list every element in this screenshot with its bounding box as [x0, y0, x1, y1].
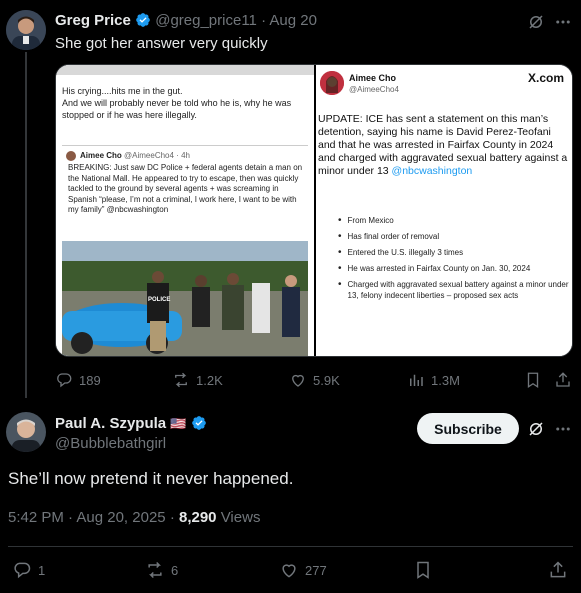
like-count: 277 — [305, 562, 327, 578]
share-icon[interactable] — [554, 371, 572, 389]
thread-line — [25, 52, 27, 398]
like-button[interactable]: 277 — [279, 560, 327, 580]
avatar-greg-price[interactable] — [6, 10, 46, 50]
inner-author: Aimee Cho — [80, 151, 122, 160]
bullet-item: • Has final order of removal — [338, 231, 440, 242]
media-image-left[interactable]: His crying....hits me in the gut. And we… — [56, 65, 314, 356]
right-author: Aimee Cho — [349, 73, 397, 83]
like-icon — [289, 371, 307, 389]
views-icon — [407, 371, 425, 389]
tweet-text: She got her answer very quickly — [55, 35, 268, 52]
verified-badge-icon — [191, 415, 207, 431]
views-button[interactable]: 1.3M — [407, 371, 460, 389]
repost-icon — [145, 560, 165, 580]
repost-count: 6 — [171, 562, 179, 578]
subscribe-button[interactable]: Subscribe — [417, 413, 519, 444]
brand-label: X.com — [528, 71, 565, 85]
reply-icon — [55, 371, 73, 389]
bullet-item: • He was arrested in Fairfax County on Ja… — [338, 263, 531, 274]
tweet-text: She’ll now pretend it never happened. — [8, 469, 294, 488]
media-image-right[interactable]: Aimee Cho @AimeeCho4 X.com UPDATE: ICE h… — [316, 65, 572, 356]
views-label: Views — [220, 509, 261, 526]
bullet-item: • Charged with aggravated sexual battery … — [338, 279, 569, 300]
author-name[interactable]: Greg Price — [55, 12, 131, 29]
avatar-paul-szypula[interactable] — [6, 412, 46, 452]
author-handle[interactable]: @Bubblebathgirl — [55, 435, 166, 452]
views-count: 8,290 — [178, 509, 217, 526]
verified-badge-icon — [135, 12, 151, 28]
detention-photo: POLICE — [62, 241, 308, 356]
repost-button[interactable]: 6 — [145, 560, 178, 580]
reply-button[interactable]: 189 — [55, 371, 101, 389]
quote-text: His crying....hits me in the gut. And we… — [62, 86, 292, 120]
inner-avatar — [66, 151, 76, 161]
grok-icon[interactable] — [527, 420, 545, 438]
right-handle: @AimeeCho4 — [349, 85, 399, 94]
author-handle[interactable]: @greg_price11 — [155, 12, 257, 29]
bookmark-icon[interactable] — [413, 560, 433, 580]
like-count: 5.9K — [313, 372, 340, 388]
reply-button[interactable]: 1 — [12, 560, 45, 580]
repost-icon — [172, 371, 190, 389]
right-avatar — [320, 71, 344, 95]
more-icon[interactable] — [554, 420, 572, 438]
tweet1-header: Greg Price @greg_price11 · Aug 20 — [55, 12, 317, 29]
share-icon[interactable] — [548, 560, 568, 580]
police-vest-text: POLICE — [148, 297, 171, 303]
author-name[interactable]: Paul A. Szypula — [55, 415, 166, 432]
bullet-item: • From Mexico — [338, 215, 394, 226]
us-flag-icon: 🇺🇸 — [170, 416, 187, 431]
reply-count: 189 — [79, 372, 101, 388]
inner-time: 4h — [181, 151, 190, 160]
tweet-time[interactable]: 5:42 PM — [8, 509, 64, 526]
inner-handle: @AimeeCho4 — [124, 151, 174, 160]
bullet-item: • Entered the U.S. illegally 3 times — [338, 247, 464, 258]
media-grid[interactable]: His crying....hits me in the gut. And we… — [55, 64, 573, 357]
repost-count: 1.2K — [196, 372, 223, 388]
like-button[interactable]: 5.9K — [289, 371, 340, 389]
bullet-list: • From Mexico • Has final order of removal… — [338, 215, 570, 301]
more-icon[interactable] — [554, 13, 572, 31]
tweet2-name-line: Paul A. Szypula 🇺🇸 — [55, 415, 207, 432]
repost-button[interactable]: 1.2K — [172, 371, 223, 389]
inner-tweet-header: Aimee Cho @AimeeCho4 · 4h — [66, 151, 306, 161]
divider — [8, 546, 573, 547]
update-mention: @nbcwashington — [391, 165, 473, 177]
reply-count: 1 — [38, 562, 46, 578]
grok-icon[interactable] — [527, 13, 545, 31]
bookmark-icon[interactable] — [524, 371, 542, 389]
tweet-date[interactable]: Aug 20 — [269, 12, 317, 29]
views-count: 1.3M — [431, 372, 460, 388]
tweet-date[interactable]: Aug 20, 2025 — [76, 509, 165, 526]
reply-icon — [12, 560, 32, 580]
update-text-block: UPDATE: ICE has sent a statement on this… — [318, 113, 568, 178]
tweet-meta: 5:42 PM · Aug 20, 2025 · 8,290 Views — [8, 509, 261, 526]
subscribe-label: Subscribe — [434, 420, 502, 437]
like-icon — [279, 560, 299, 580]
inner-text: BREAKING: Just saw DC Police + federal a… — [68, 163, 303, 214]
